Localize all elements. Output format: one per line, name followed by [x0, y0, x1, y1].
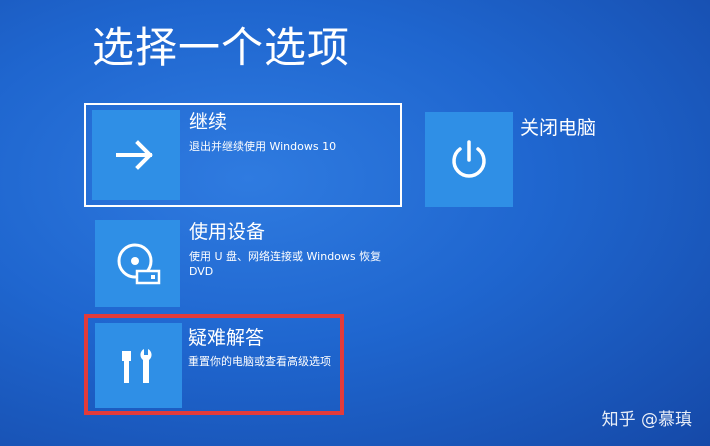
- power-icon: [452, 139, 486, 178]
- use-device-option[interactable]: 使用设备 使用 U 盘、网络连接或 Windows 恢复 DVD: [95, 220, 400, 307]
- use-device-description: 使用 U 盘、网络连接或 Windows 恢复 DVD: [189, 250, 382, 278]
- page-title: 选择一个选项: [92, 23, 351, 72]
- red-highlight-box: [84, 314, 344, 415]
- shutdown-tile: [425, 112, 513, 207]
- shutdown-title: 关闭电脑: [520, 117, 597, 139]
- selected-option-frame: [84, 103, 402, 207]
- watermark: 知乎 @慕瑱: [601, 410, 692, 430]
- use-device-tile: [95, 220, 180, 307]
- use-device-title: 使用设备: [189, 221, 266, 243]
- disc-drive-icon: [117, 243, 160, 284]
- shutdown-option[interactable]: 关闭电脑: [425, 112, 625, 207]
